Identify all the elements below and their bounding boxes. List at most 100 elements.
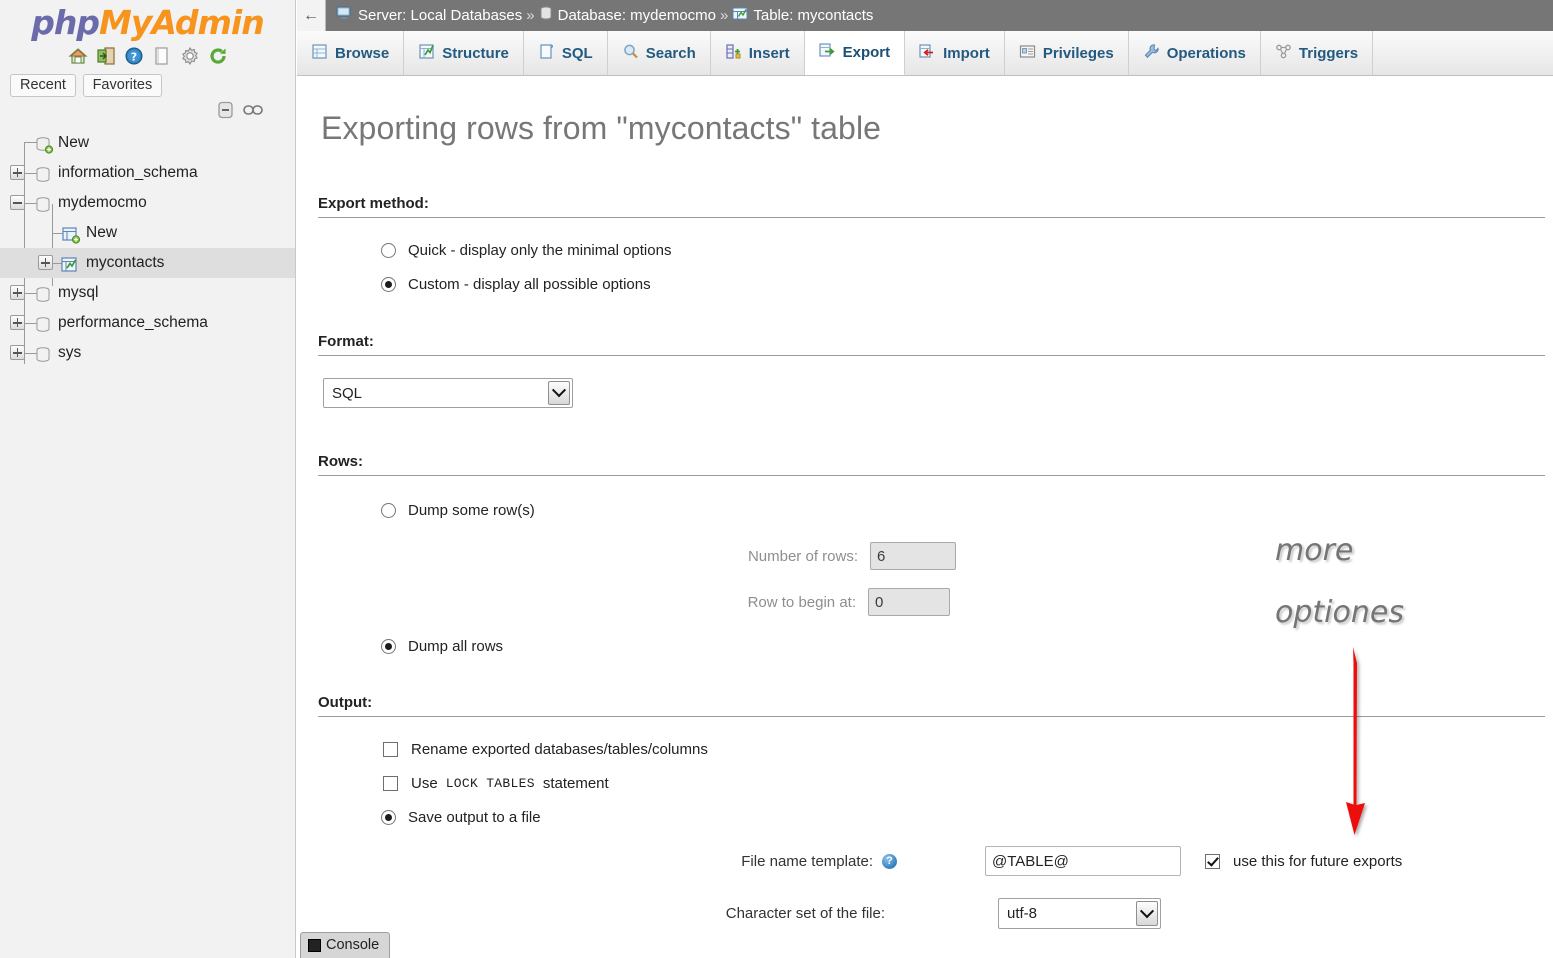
back-button[interactable]: ← [297,0,326,31]
tree-node-sys[interactable]: sys [0,338,295,368]
tab-import[interactable]: Import [905,31,1005,75]
format-select[interactable]: SQL [323,378,573,408]
logout-icon[interactable] [96,46,116,66]
format-heading: Format: [318,333,1545,356]
tab-label: Browse [335,44,390,62]
charset-label: Character set of the file: [725,905,885,922]
insert-icon [725,43,742,64]
tree-node-new-table[interactable]: New [0,218,295,248]
documentation-icon[interactable] [152,46,172,66]
breadcrumb-server[interactable]: Server: Local Databases [336,6,522,25]
file-name-template-row: File name template: ? use this for futur… [297,846,1553,876]
tree-node-label: performance_schema [58,314,208,331]
export-method-custom-radio[interactable] [381,277,396,292]
charset-select-value: utf-8 [1007,905,1038,922]
chevron-down-icon[interactable] [548,381,570,405]
link-with-main-panel-icon[interactable] [243,104,263,119]
sidebar-icon-bar: ? [0,44,295,68]
help-icon[interactable]: ? [124,46,144,66]
console-button[interactable]: Console [300,932,391,958]
main-panel: ← Server: Local Databases » Database: my… [297,0,1553,958]
export-method-custom-row[interactable]: Custom - display all possible options [381,276,1553,293]
tree-node-label: mysql [58,284,99,301]
rows-heading: Rows: [318,453,1545,476]
tree-node-information-schema[interactable]: information_schema [0,158,295,188]
rows-number-input[interactable] [870,542,956,570]
reload-icon[interactable] [208,46,228,66]
export-method-quick-row[interactable]: Quick - display only the minimal options [381,242,1553,259]
search-icon [622,43,639,64]
output-rename-row[interactable]: Rename exported databases/tables/columns [383,741,1553,758]
tab-triggers[interactable]: Triggers [1260,31,1374,75]
rows-dump-all-radio[interactable] [381,639,396,654]
tree-node-performance-schema[interactable]: performance_schema [0,308,295,338]
handwritten-annotation: more optiones [1275,520,1404,644]
tree-node-mydemocmo[interactable]: mydemocmo [0,188,295,218]
sql-icon [538,43,555,64]
rows-dump-all-label: Dump all rows [408,638,504,655]
rows-number-label: Number of rows: [747,547,858,565]
expand-icon[interactable] [38,255,53,270]
sidebar-quick-buttons: Recent Favorites [0,73,295,98]
rows-dump-some-row[interactable]: Dump some row(s) [381,502,1553,519]
server-icon [336,6,353,25]
tab-sql[interactable]: SQL [523,31,608,75]
export-method-quick-radio[interactable] [381,243,396,258]
breadcrumb-database-label: Database: mydemocmo [557,7,717,24]
breadcrumb-table[interactable]: Table: mycontacts [732,6,873,25]
future-exports-label: use this for future exports [1233,852,1403,870]
output-save-file-radio[interactable] [381,810,396,825]
output-lock-tables-checkbox[interactable] [383,776,398,791]
import-icon [919,43,936,64]
rows-dump-some-radio[interactable] [381,503,396,518]
database-tree: New information_schema mydemocmo New myc… [0,128,295,368]
tab-label: Export [842,44,891,61]
format-select-wrapper: SQL [323,378,1553,408]
tab-browse[interactable]: Browse [297,31,405,75]
privileges-icon [1019,43,1036,64]
future-exports-checkbox[interactable] [1205,853,1220,869]
settings-icon[interactable] [180,46,200,66]
favorites-button[interactable]: Favorites [82,73,163,97]
tab-label: Import [943,44,990,62]
tab-search[interactable]: Search [607,31,711,75]
output-rename-checkbox[interactable] [383,742,398,757]
tab-label: Search [645,44,696,62]
export-icon [819,42,836,63]
collapse-all-icon[interactable] [216,100,236,123]
tab-privileges[interactable]: Privileges [1004,31,1129,75]
output-rename-label: Rename exported databases/tables/columns [411,741,708,758]
tab-insert[interactable]: Insert [710,31,805,75]
collapse-icon[interactable] [10,195,25,210]
tab-export[interactable]: Export [804,31,906,75]
expand-icon[interactable] [10,345,25,360]
home-icon[interactable] [67,46,88,66]
tree-node-label: mydemocmo [58,194,147,211]
annotation-line-2: optiones [1275,595,1404,630]
file-name-template-input[interactable] [985,846,1181,876]
expand-icon[interactable] [10,315,25,330]
expand-icon[interactable] [10,165,25,180]
output-lock-tables-row[interactable]: Use LOCK TABLES statement [383,775,1553,792]
phpmyadmin-logo[interactable]: phpMyAdmin [0,0,295,41]
expand-icon[interactable] [10,285,25,300]
tab-operations[interactable]: Operations [1128,31,1261,75]
tree-node-label: sys [58,344,82,361]
charset-select[interactable]: utf-8 [998,898,1161,929]
tree-node-mycontacts[interactable]: mycontacts [0,248,295,278]
rows-begin-input[interactable] [868,588,950,616]
help-icon[interactable]: ? [882,853,897,869]
tree-node-label: New [86,224,118,241]
tree-node-mysql[interactable]: mysql [0,278,295,308]
tab-label: SQL [561,44,593,62]
output-lock-mono: LOCK TABLES [445,776,535,791]
output-save-file-row[interactable]: Save output to a file [381,809,1553,826]
tab-structure[interactable]: Structure [404,31,524,75]
table-icon [732,6,748,25]
tree-node-label: New [58,134,90,151]
tree-node-new[interactable]: New [0,128,295,158]
recent-button[interactable]: Recent [10,73,76,97]
chevron-down-icon[interactable] [1136,901,1158,926]
breadcrumb-database[interactable]: Database: mydemocmo [539,6,716,25]
output-lock-prefix: Use [411,775,438,792]
